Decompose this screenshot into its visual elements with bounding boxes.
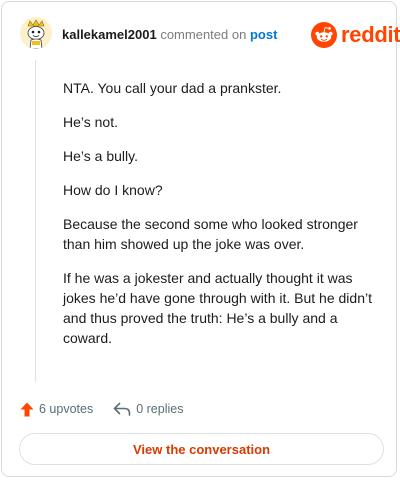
- upvote-button[interactable]: 6 upvotes: [20, 402, 93, 417]
- reddit-snoo-icon: [311, 22, 337, 48]
- post-link[interactable]: post: [250, 27, 277, 42]
- comment-paragraph: He’s a bully.: [63, 148, 138, 164]
- reddit-wordmark: reddit: [341, 22, 400, 47]
- upvote-arrow-icon: [20, 402, 34, 416]
- reply-arrow-icon: [113, 402, 131, 416]
- reply-count: 0 replies: [136, 402, 184, 416]
- view-conversation-button[interactable]: View the conversation: [19, 433, 384, 465]
- username[interactable]: kallekamel2001: [62, 27, 157, 42]
- comment-paragraph: How do I know?: [63, 182, 163, 198]
- upvote-count: 6 upvotes: [39, 402, 94, 416]
- comment-paragraph: NTA. You call your dad a prankster.: [63, 80, 282, 96]
- comment-embed-card: kallekamel2001 commented on post reddit …: [1, 1, 400, 477]
- avatar[interactable]: [20, 17, 52, 49]
- comment-paragraph: Because the second some who looked stron…: [63, 216, 358, 252]
- comment-header: kallekamel2001 commented on post: [62, 27, 277, 43]
- reddit-logo[interactable]: reddit: [311, 21, 400, 49]
- comment-actions: 6 upvotes 0 replies: [20, 400, 183, 418]
- thread-line: [35, 60, 36, 382]
- commented-on-text: commented on: [160, 27, 247, 42]
- comment-body: NTA. You call your dad a prankster. He’s…: [63, 78, 373, 362]
- comment-paragraph: He’s not.: [63, 114, 118, 130]
- snoo-avatar-icon: [20, 17, 52, 49]
- replies-button[interactable]: 0 replies: [113, 402, 183, 416]
- comment-paragraph: If he was a jokester and actually though…: [63, 270, 372, 346]
